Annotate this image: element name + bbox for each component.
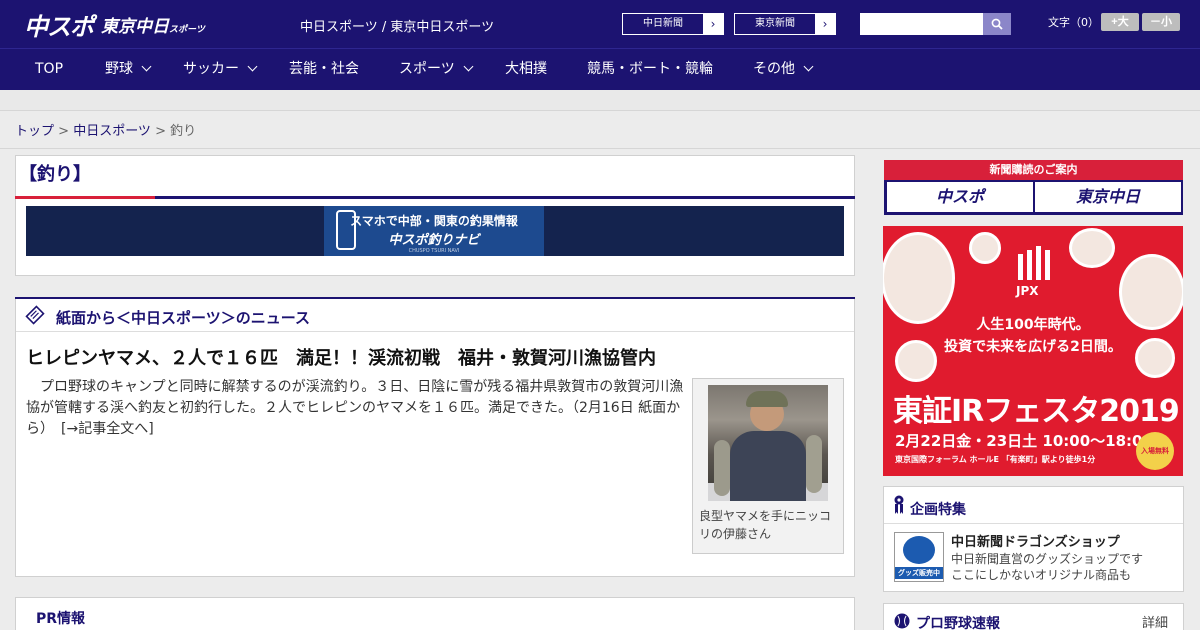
- feature-box: 企画特集 グッズ販売中 中日新聞ドラゴンズショップ 中日新聞直営のグッズショップ…: [883, 486, 1184, 592]
- divider: [0, 148, 1200, 149]
- pro-baseball-detail-link[interactable]: 詳細 ＞: [1142, 612, 1183, 630]
- nav-item-sumo[interactable]: 大相撲: [505, 49, 547, 91]
- newspaper-icon: [25, 305, 45, 325]
- logo-tokyo-chunichi: 東京中日スポーツ: [101, 16, 205, 37]
- divider: [16, 331, 854, 332]
- chevron-down-icon: [247, 61, 258, 72]
- subscription-title: 新聞購読のご案内: [884, 160, 1183, 180]
- subscription-box: 新聞購読のご案内 中スポ 東京中日: [884, 160, 1183, 215]
- photo-caption: 良型ヤマメを手にニッコリの伊藤さん: [699, 509, 832, 541]
- smartphone-icon: [336, 210, 356, 250]
- site-logo[interactable]: 中スポ 東京中日スポーツ: [24, 8, 205, 41]
- nav-item-baseball[interactable]: 野球: [105, 49, 152, 91]
- nav-item-sports[interactable]: スポーツ: [399, 49, 474, 91]
- dragons-shop-thumbnail[interactable]: グッズ販売中: [894, 532, 944, 582]
- font-larger-button[interactable]: +大: [1101, 13, 1139, 31]
- breadcrumb: トップ > 中日スポーツ > 釣り: [15, 124, 197, 139]
- nav-item-racing[interactable]: 競馬・ボート・競輪: [587, 49, 713, 91]
- search-input[interactable]: [860, 13, 983, 35]
- tsuri-navi-banner[interactable]: スマホで中部・関東の釣果情報 中スポ釣りナビ CHUSPO TSURI NAVI: [324, 206, 544, 256]
- ribbon-icon: [894, 495, 904, 514]
- pro-baseball-scores-box: プロ野球速報 詳細 ＞: [883, 603, 1184, 630]
- chevron-down-icon: [141, 61, 152, 72]
- search-button[interactable]: [983, 13, 1011, 35]
- jpx-ir-festa-ad[interactable]: JPX 人生100年時代。 投資で未来を広げる2日間。 東証IRフェスタ2019…: [883, 226, 1183, 476]
- chevron-right-icon: ›: [822, 17, 828, 31]
- feature-heading: 企画特集: [910, 502, 966, 518]
- article-headline[interactable]: ヒレピンヤマメ、２人で１６匹 満足！！渓流初戦 福井・敦賀河川漁協管内: [26, 344, 656, 370]
- baseball-icon: [894, 613, 910, 629]
- breadcrumb-current: 釣り: [170, 124, 197, 139]
- nav-item-top[interactable]: TOP: [35, 49, 63, 91]
- site-tagline: 中日スポーツ / 東京中日スポーツ: [300, 20, 495, 35]
- article-photo[interactable]: [708, 385, 828, 501]
- news-panel-topline: [15, 297, 855, 299]
- pro-baseball-heading: プロ野球速報: [916, 616, 1000, 630]
- subscribe-chuspo-button[interactable]: 中スポ: [887, 182, 1033, 212]
- logo-chuspo: 中スポ: [24, 12, 94, 41]
- nav-item-entertainment[interactable]: 芸能・社会: [289, 49, 359, 91]
- nav-item-soccer[interactable]: サッカー: [183, 49, 258, 91]
- article-summary: プロ野球のキャンプと同時に解禁するのが渓流釣り。３日、日陰に雪が残る福井県敦賀市…: [26, 379, 684, 437]
- header-strip: [0, 90, 1200, 111]
- subscribe-tokyo-chunichi-button[interactable]: 東京中日: [1035, 182, 1181, 212]
- chunichi-shimbun-link[interactable]: 中日新聞 ›: [622, 13, 724, 35]
- feature-description: 中日新聞直営のグッズショップです ここにしかないオリジナル商品も: [951, 552, 1144, 582]
- font-size-label: 文字（0）: [1048, 16, 1099, 29]
- font-smaller-button[interactable]: －小: [1142, 13, 1180, 31]
- tokyo-shimbun-link[interactable]: 東京新聞 ›: [734, 13, 836, 35]
- pr-heading: PR情報: [36, 611, 86, 627]
- nav-item-other[interactable]: その他: [753, 49, 814, 91]
- mascot-icon: [903, 536, 935, 564]
- breadcrumb-top[interactable]: トップ: [15, 124, 54, 139]
- ad-portrait: [969, 232, 1001, 264]
- read-more-link[interactable]: [→記事全文へ]: [61, 421, 154, 437]
- chevron-right-icon: ›: [710, 17, 716, 31]
- ad-portrait: [1069, 228, 1115, 268]
- chevron-down-icon: [463, 61, 474, 72]
- main-nav: TOP 野球 サッカー 芸能・社会 スポーツ 大相撲 競馬・ボート・競輪 その他: [0, 48, 1200, 90]
- page-title: 【釣り】: [19, 164, 91, 185]
- breadcrumb-section[interactable]: 中日スポーツ: [73, 124, 151, 139]
- chevron-down-icon: [803, 61, 814, 72]
- search-icon: [991, 18, 1003, 30]
- title-underline-accent: [15, 196, 155, 199]
- divider: [884, 523, 1183, 524]
- pr-panel: [15, 597, 855, 630]
- feature-title[interactable]: 中日新聞ドラゴンズショップ: [951, 531, 1120, 550]
- news-section-heading: 紙面から＜中日スポーツ＞のニュース: [56, 309, 310, 327]
- ad-portrait: [883, 232, 955, 324]
- article-photo-box: 良型ヤマメを手にニッコリの伊藤さん: [692, 378, 844, 554]
- site-header: 中スポ 東京中日スポーツ 中日スポーツ / 東京中日スポーツ 中日新聞 › 東京…: [0, 0, 1200, 48]
- tsuri-navi-banner-strip: スマホで中部・関東の釣果情報 中スポ釣りナビ CHUSPO TSURI NAVI: [26, 206, 844, 256]
- jpx-logo-icon: [1018, 246, 1050, 280]
